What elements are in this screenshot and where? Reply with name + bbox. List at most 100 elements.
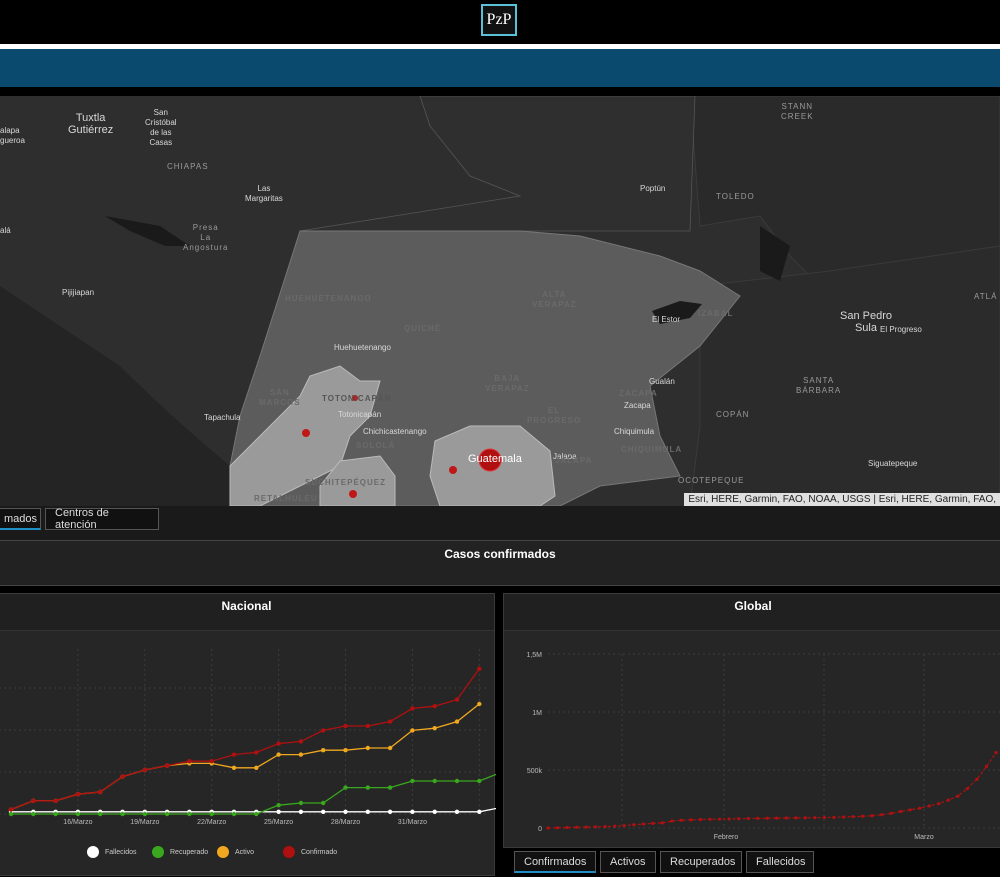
data-point (432, 726, 437, 731)
data-point (387, 809, 393, 814)
data-point (298, 800, 304, 806)
series-line-fallecidos (11, 807, 496, 813)
data-point (276, 803, 281, 808)
data-point (737, 817, 741, 821)
data-point (410, 778, 415, 784)
map-view[interactable]: Tuxtla Gutiérrez San Cristóbal de las Casas … (0, 96, 1000, 506)
data-point (343, 785, 348, 790)
map-label: alapa gueroa (0, 126, 25, 145)
data-point (641, 822, 645, 826)
map-label: Tuxtla Gutiérrez (68, 112, 114, 136)
data-point (321, 809, 326, 814)
data-point (53, 798, 58, 803)
data-point (860, 814, 865, 818)
legend-label: Fallecidos (105, 848, 137, 856)
map-point[interactable] (449, 466, 457, 474)
data-point (8, 811, 14, 817)
data-point (784, 816, 788, 820)
data-point (889, 811, 893, 815)
tab-confirmados[interactable]: mados (0, 508, 41, 530)
map-point[interactable] (302, 429, 310, 437)
data-point (477, 809, 482, 814)
section-header: Casos confirmados (0, 540, 1000, 586)
data-point (660, 821, 664, 825)
tab-centros-atencion[interactable]: Centros de atención (45, 507, 159, 531)
data-point (298, 809, 304, 814)
map-label: Pijijiapan (62, 288, 95, 297)
data-point (432, 809, 437, 814)
data-point (651, 821, 655, 825)
data-point (98, 789, 103, 795)
data-point (765, 816, 769, 820)
map-label: El Estor (652, 315, 681, 324)
tab-fallecidos[interactable]: Fallecidos (746, 851, 814, 873)
data-point (276, 752, 281, 757)
logo-text: PzP (486, 11, 512, 28)
map-label: alá (0, 226, 11, 235)
data-point (298, 739, 304, 744)
data-point (276, 809, 281, 814)
tab-activos[interactable]: Activos (600, 851, 656, 873)
legend-activo[interactable]: Activo (217, 846, 254, 858)
map-label: TOLEDO (716, 192, 755, 201)
legend-label: Recuperado (170, 848, 209, 856)
data-point (231, 811, 237, 817)
y-tick-label: 0 (538, 826, 542, 833)
tab-recuperados[interactable]: Recuperados (660, 851, 742, 873)
data-point (321, 728, 326, 733)
data-point (727, 817, 731, 821)
global-chart[interactable]: 0 500k 1M 1,5M Febrero Marzo (504, 594, 1000, 849)
data-point (98, 811, 103, 817)
data-point (254, 811, 259, 817)
data-point (746, 816, 750, 821)
data-point (387, 745, 393, 751)
data-point (343, 748, 348, 753)
legend-recuperado[interactable]: Recuperado (152, 846, 208, 858)
x-tick-label: 16/Marzo (63, 819, 92, 826)
data-point (454, 778, 460, 784)
data-point (565, 825, 569, 830)
map-label: ALTA VERAPAZ (532, 290, 577, 309)
data-point (775, 816, 779, 820)
nacional-chart[interactable]: 16/Marzo 19/Marzo 22/Marzo 25/Marzo 28/Marzo… (0, 594, 496, 877)
legend-fallecidos[interactable]: Fallecidos (87, 846, 137, 858)
data-point (813, 816, 817, 820)
global-panel: Global 0 500k 1M 1,5M Febrero Marzo (503, 593, 1000, 848)
data-point (321, 748, 326, 753)
data-point (142, 767, 147, 773)
data-point (142, 811, 147, 817)
map-label: El Progreso (880, 325, 922, 334)
data-point (432, 704, 437, 709)
map-label: Huehuetenango (334, 343, 391, 352)
series-line-confirmados (547, 752, 997, 829)
data-point (908, 808, 912, 812)
data-point (454, 697, 460, 702)
data-point (164, 763, 170, 768)
map-label: Tapachula (204, 413, 241, 422)
data-point (679, 818, 684, 822)
map-point[interactable] (349, 490, 357, 498)
data-point (410, 809, 415, 814)
x-tick-label: 25/Marzo (264, 819, 293, 826)
map-label: CHIAPAS (167, 162, 209, 171)
data-point (187, 759, 192, 764)
data-point (432, 778, 437, 784)
legend-confirmado[interactable]: Confirmado (283, 846, 337, 858)
data-point (477, 701, 482, 707)
data-point (803, 816, 807, 820)
data-point (870, 814, 874, 818)
data-point (698, 817, 703, 822)
map-label: Zacapa (624, 401, 651, 410)
tab-confirmados-global[interactable]: Confirmados (514, 851, 596, 873)
data-point (994, 751, 998, 755)
map-attribution[interactable]: Esri, HERE, Garmin, FAO, NOAA, USGS | Es… (684, 493, 1000, 506)
map-label: RETALHULEU (254, 494, 318, 503)
map-label: Chiquimula (614, 427, 655, 436)
data-point (31, 811, 36, 817)
site-logo[interactable]: PzP (481, 4, 517, 36)
data-point (975, 777, 979, 781)
map-label: ZACAPA (619, 389, 658, 398)
data-point (321, 800, 326, 806)
map-label: TOTONICAPÁN (322, 394, 392, 403)
map-label: Presa La Angostura (183, 223, 229, 252)
